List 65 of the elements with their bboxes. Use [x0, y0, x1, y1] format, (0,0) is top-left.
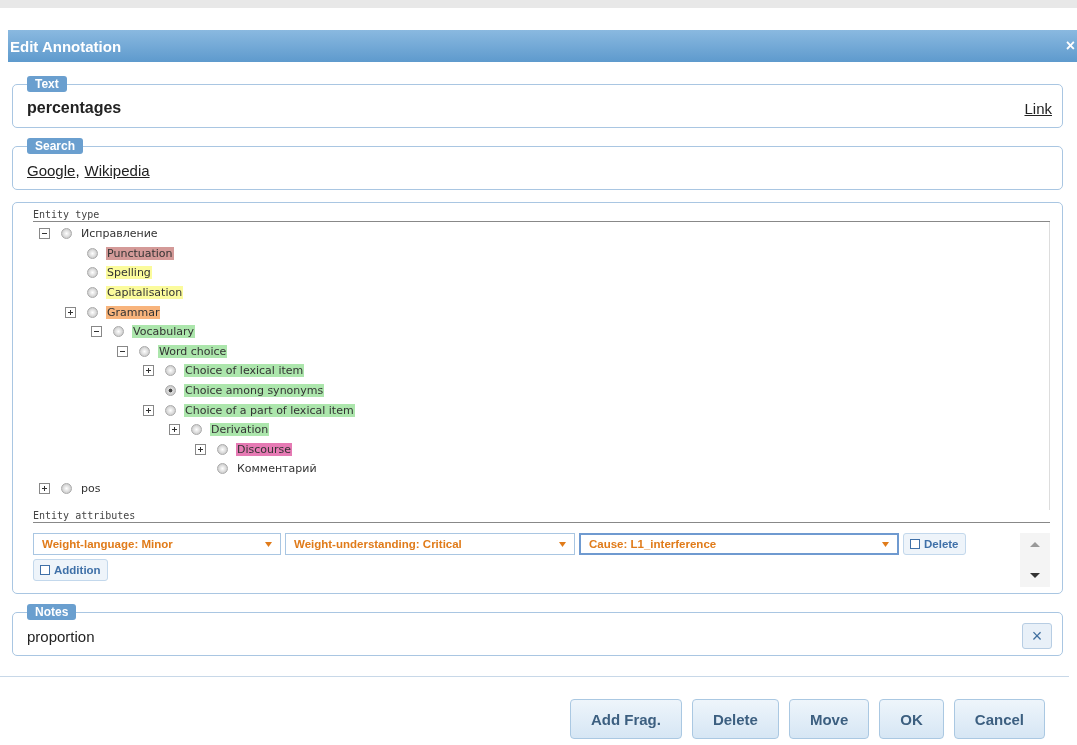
annotation-text: percentages — [27, 99, 123, 117]
radio-button[interactable] — [113, 326, 124, 338]
dialog-button[interactable]: Delete — [691, 699, 779, 739]
section-legend: Search — [27, 138, 84, 154]
caret-icon — [559, 541, 566, 547]
search-link[interactable]: Google — [27, 161, 76, 179]
tree-item[interactable]: Choice of a part of lexical item — [184, 403, 355, 417]
toggle-icon[interactable] — [143, 365, 154, 377]
clear-button[interactable]: × — [1022, 623, 1052, 649]
radio-button[interactable] — [61, 228, 72, 240]
dialog-button[interactable]: OK — [879, 699, 944, 739]
separator: , — [75, 161, 80, 179]
tree-item[interactable]: Комментарий — [236, 462, 318, 476]
section-legend: Text — [27, 76, 67, 92]
scroll-down-icon[interactable] — [1029, 573, 1041, 579]
link[interactable]: Link — [1024, 99, 1052, 117]
dialog-button[interactable]: Cancel — [953, 699, 1045, 739]
tree-item[interactable]: Choice among synonyms — [184, 384, 325, 398]
radio-button[interactable] — [165, 385, 176, 397]
section-heading: Entity type — [33, 209, 1050, 222]
radio-button[interactable] — [217, 443, 228, 455]
toggle-icon[interactable] — [39, 228, 50, 240]
tree-item[interactable]: Grammar — [106, 305, 161, 319]
section-legend: Notes — [27, 604, 77, 620]
radio-button[interactable] — [61, 483, 72, 494]
tree-item[interactable]: pos — [80, 482, 102, 495]
notes-field[interactable]: proportion — [27, 627, 1022, 645]
checkbox-button[interactable]: Addition — [33, 559, 108, 581]
checkbox-button[interactable]: Delete — [903, 533, 966, 555]
radio-button[interactable] — [217, 463, 228, 475]
checkbox[interactable] — [910, 539, 920, 549]
toggle-icon[interactable] — [91, 326, 102, 338]
dialog-button[interactable]: Move — [788, 699, 870, 739]
tree-item[interactable]: Derivation — [210, 423, 270, 437]
section-heading: Entity attributes — [33, 510, 1050, 523]
toggle-icon[interactable] — [39, 483, 50, 494]
caret-icon — [882, 541, 889, 547]
toggle-icon[interactable] — [65, 306, 76, 318]
tree-item[interactable]: Word choice — [158, 344, 228, 358]
toggle-icon[interactable] — [143, 404, 154, 416]
dialog-title: Edit Annotation — [10, 37, 122, 55]
tree-item[interactable]: Choice of lexical item — [184, 364, 305, 378]
tree-item[interactable]: Discourse — [236, 442, 293, 456]
radio-button[interactable] — [87, 306, 98, 318]
caret-icon — [265, 541, 272, 547]
dialog-button[interactable]: Add Frag. — [569, 699, 682, 739]
toggle-icon[interactable] — [195, 443, 206, 455]
scroll-up-icon[interactable] — [1029, 541, 1041, 547]
checkbox[interactable] — [40, 565, 50, 575]
radio-button[interactable] — [139, 345, 150, 357]
toggle-icon[interactable] — [117, 345, 128, 357]
radio-button[interactable] — [191, 424, 202, 436]
tree-item[interactable]: Исправление — [80, 227, 159, 241]
search-link[interactable]: Wikipedia — [84, 161, 150, 179]
radio-button[interactable] — [165, 365, 176, 377]
tree-item[interactable]: Punctuation — [106, 246, 174, 260]
tree-item[interactable]: Vocabulary — [132, 325, 195, 339]
toggle-icon[interactable] — [169, 424, 180, 436]
radio-button[interactable] — [87, 247, 98, 259]
radio-button[interactable] — [87, 267, 98, 279]
radio-button[interactable] — [87, 287, 98, 299]
radio-button[interactable] — [165, 404, 176, 416]
tree-item[interactable]: Capitalisation — [106, 286, 184, 300]
tree-item[interactable]: Spelling — [106, 266, 152, 280]
scrollbar[interactable] — [1020, 533, 1050, 587]
